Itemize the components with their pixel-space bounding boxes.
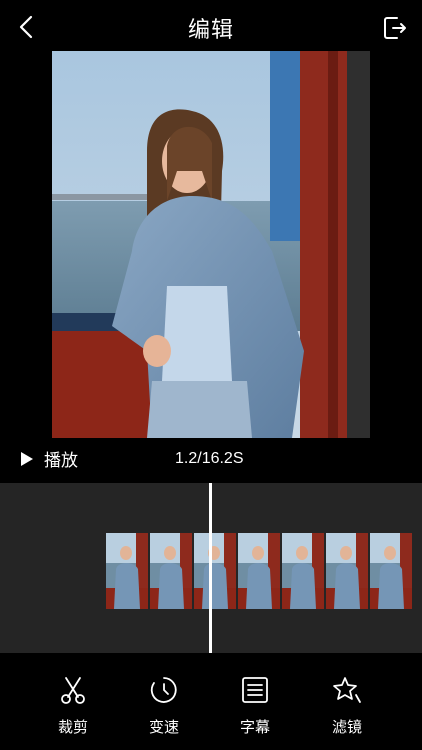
frame-thumbnail xyxy=(326,533,368,609)
subtitles-label: 字幕 xyxy=(239,718,270,736)
crop-label: 裁剪 xyxy=(57,718,88,736)
sparkle-filter-icon xyxy=(333,677,361,703)
frame-thumbnail xyxy=(238,533,280,609)
top-bar: 编辑 xyxy=(0,0,422,52)
time-readout: 1.2/16.2S xyxy=(175,450,244,467)
play-label: 播放 xyxy=(44,451,78,471)
video-frame-image xyxy=(52,51,370,438)
export-icon xyxy=(384,17,406,39)
playback-controls: 播放 1.2/16.2S xyxy=(0,444,422,478)
subtitles-icon xyxy=(242,677,268,703)
scissors-icon xyxy=(61,677,85,704)
frame-thumbnail xyxy=(194,533,236,609)
timeline[interactable] xyxy=(0,483,422,653)
frame-thumbnail xyxy=(106,533,148,609)
speed-tool-button[interactable]: 变速 xyxy=(134,674,194,737)
filter-label: 滤镜 xyxy=(331,718,362,736)
page-title: 编辑 xyxy=(187,18,234,43)
frame-thumbnail xyxy=(282,533,324,609)
export-button[interactable] xyxy=(380,13,410,43)
subtitles-tool-button[interactable]: 字幕 xyxy=(225,674,285,737)
video-preview[interactable] xyxy=(52,51,370,438)
play-icon xyxy=(21,451,33,466)
play-button[interactable]: 播放 xyxy=(20,446,78,471)
filter-tool-button[interactable]: 滤镜 xyxy=(317,674,377,737)
frame-thumbnail xyxy=(370,533,412,609)
speed-dial-icon xyxy=(150,677,177,703)
speed-label: 变速 xyxy=(148,718,179,736)
playhead[interactable] xyxy=(209,483,212,653)
bottom-toolbar: 裁剪 变速 字幕 滤镜 xyxy=(0,660,422,750)
filmstrip[interactable] xyxy=(106,533,412,609)
crop-tool-button[interactable]: 裁剪 xyxy=(43,674,103,737)
frame-thumbnail xyxy=(150,533,192,609)
